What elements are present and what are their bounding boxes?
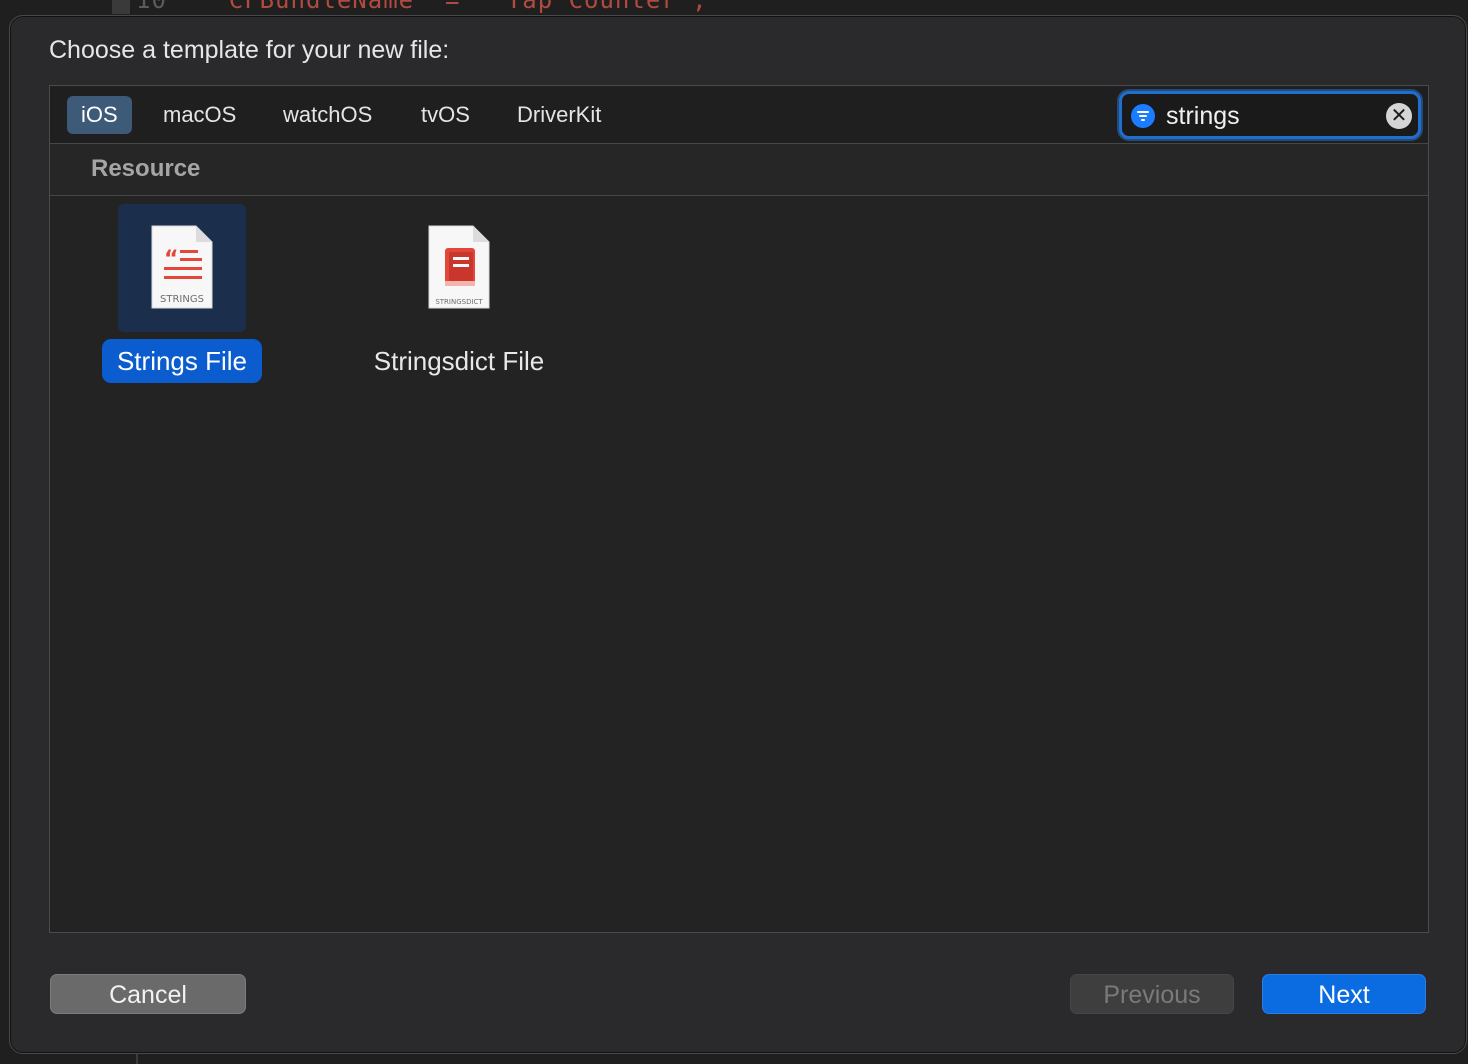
section-label: Resource <box>91 155 201 182</box>
template-label-strings-file[interactable]: Strings File <box>102 339 262 383</box>
strings-icon-caption: STRINGS <box>160 294 204 305</box>
strings-file-icon: “ STRINGS <box>151 225 213 309</box>
tab-driverkit[interactable]: DriverKit <box>503 96 615 134</box>
next-button[interactable]: Next <box>1262 974 1426 1014</box>
tab-ios[interactable]: iOS <box>67 96 132 134</box>
line-number: 10 <box>136 0 167 14</box>
tab-macos[interactable]: macOS <box>149 96 250 134</box>
template-label-stringsdict-file[interactable]: Stringsdict File <box>362 339 556 383</box>
template-chooser: iOS macOS watchOS tvOS DriverKit ✕ Resou… <box>49 85 1429 933</box>
new-file-template-sheet: Choose a template for your new file: iOS… <box>9 15 1467 1054</box>
code-line: 10 CFBundleName = "Tap Counter"; <box>136 0 1436 14</box>
stringsdict-file-icon: STRINGSDICT <box>428 225 490 309</box>
tab-watchos[interactable]: watchOS <box>269 96 386 134</box>
code-text: CFBundleName = "Tap Counter"; <box>228 0 708 14</box>
previous-button[interactable]: Previous <box>1070 974 1234 1014</box>
template-icon-tile: STRINGSDICT <box>395 204 523 332</box>
editor-gutter <box>112 0 130 14</box>
cancel-button[interactable]: Cancel <box>50 974 246 1014</box>
template-icon-tile: “ STRINGS <box>118 204 246 332</box>
section-header: Resource <box>50 144 1428 196</box>
filter-search-field[interactable]: ✕ <box>1119 91 1421 139</box>
tab-tvos[interactable]: tvOS <box>407 96 484 134</box>
clear-icon[interactable]: ✕ <box>1386 103 1412 129</box>
platform-tab-bar: iOS macOS watchOS tvOS DriverKit ✕ <box>50 86 1428 144</box>
stringsdict-icon-caption: STRINGSDICT <box>435 298 483 306</box>
filter-icon[interactable] <box>1131 104 1155 128</box>
sheet-title: Choose a template for your new file: <box>49 36 450 64</box>
search-input[interactable] <box>1164 98 1378 134</box>
